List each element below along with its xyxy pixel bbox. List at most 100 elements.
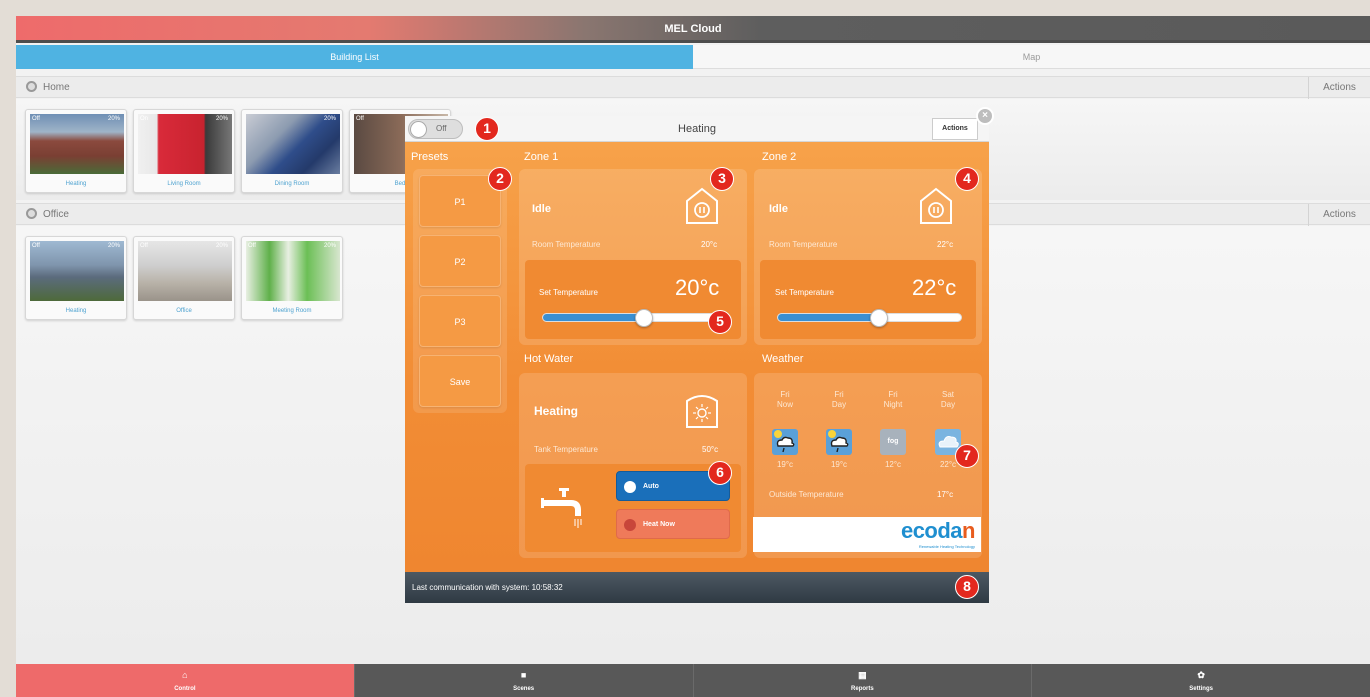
- nav-label: Settings: [1189, 686, 1213, 692]
- heat-now-indicator: [624, 519, 636, 531]
- nav-control[interactable]: ⌂ Control: [16, 664, 354, 697]
- zone2-room-temp-label: Room Temperature: [769, 240, 838, 249]
- hot-water-status: Heating: [534, 404, 579, 418]
- collapse-icon[interactable]: [26, 81, 37, 92]
- zone2-card: Idle Room Temperature 22°c Set Temperatu…: [754, 169, 982, 345]
- auto-indicator: [624, 481, 636, 493]
- nav-label: Scenes: [513, 686, 535, 692]
- unit-status: Off: [32, 116, 40, 122]
- sun-heating-icon: [686, 395, 718, 428]
- gear-icon: ✿: [1197, 670, 1205, 680]
- marker-6: 6: [708, 461, 732, 485]
- nav-reports[interactable]: ▦ Reports: [692, 664, 1032, 697]
- marker-7: 7: [955, 444, 979, 468]
- unit-level: 20%: [323, 243, 336, 249]
- building-label-office: Office: [26, 204, 69, 226]
- nav-label: Reports: [851, 686, 874, 692]
- rain-cloud-icon: [772, 429, 798, 455]
- heat-now-label: Heat Now: [643, 521, 675, 528]
- weather-temp: 19°c: [776, 460, 794, 469]
- unit-image: [138, 241, 232, 301]
- top-tabs: Building List Map: [16, 45, 1370, 69]
- preset-p3-button[interactable]: P3: [419, 295, 501, 347]
- unit-level: 20%: [215, 116, 228, 122]
- unit-image: [138, 114, 232, 174]
- unit-level: 20%: [107, 243, 120, 249]
- title-bar: MEL Cloud: [16, 16, 1370, 43]
- nav-settings[interactable]: ✿ Settings: [1031, 664, 1370, 697]
- weather-title: Weather: [762, 353, 804, 365]
- zone1-room-temp: 20°c: [701, 240, 718, 249]
- unit-card[interactable]: On 20% Living Room: [133, 109, 235, 193]
- nav-scenes[interactable]: ■ Scenes: [353, 664, 693, 697]
- weather-col-label: Sat Day: [940, 390, 956, 409]
- unit-image: [30, 241, 124, 301]
- zone2-slider-knob[interactable]: [869, 309, 888, 327]
- unit-card[interactable]: Off 20% Heating: [25, 236, 127, 320]
- preset-save-button[interactable]: Save: [419, 355, 501, 407]
- unit-status: Off: [248, 243, 256, 249]
- building-header-home[interactable]: Home Actions: [16, 76, 1370, 99]
- unit-status: Off: [356, 116, 364, 122]
- auto-label: Auto: [643, 483, 659, 490]
- zone1-set-temp: 20°c: [675, 275, 720, 300]
- hot-water-title: Hot Water: [524, 353, 574, 365]
- actions-button[interactable]: Actions: [1308, 204, 1370, 226]
- unit-card[interactable]: Off 20% Office: [133, 236, 235, 320]
- dialog-actions-button[interactable]: Actions: [932, 118, 978, 140]
- zone2-room-temp: 22°c: [937, 240, 954, 249]
- unit-status: On: [140, 116, 149, 122]
- outside-temp-label: Outside Temperature: [769, 490, 844, 499]
- unit-card[interactable]: Off 20% Heating: [25, 109, 127, 193]
- power-toggle[interactable]: Off: [408, 119, 463, 139]
- marker-2: 2: [488, 167, 512, 191]
- preset-p2-button[interactable]: P2: [419, 235, 501, 287]
- unit-level: 20%: [215, 243, 228, 249]
- rain-cloud-icon: [826, 429, 852, 455]
- bottom-nav: ⌂ Control ■ Scenes ▦ Reports ✿ Settings: [16, 664, 1370, 697]
- zone2-set-temp-label: Set Temperature: [775, 288, 834, 297]
- last-communication: Last communication with system: 10:58:32: [412, 583, 563, 592]
- unit-card[interactable]: Off 20% Meeting Room: [241, 236, 343, 320]
- house-pause-icon: [686, 187, 718, 224]
- close-icon[interactable]: ×: [976, 107, 994, 125]
- marker-1: 1: [475, 117, 499, 141]
- unit-image: [246, 114, 340, 174]
- unit-level: 20%: [107, 116, 120, 122]
- tab-building-list[interactable]: Building List: [16, 45, 693, 69]
- zone1-temp-slider[interactable]: [542, 309, 727, 327]
- unit-level: 20%: [323, 116, 336, 122]
- marker-5: 5: [708, 310, 732, 334]
- tab-map[interactable]: Map: [693, 45, 1370, 69]
- toggle-knob: [410, 121, 427, 138]
- zone1-slider-fill: [543, 314, 644, 321]
- collapse-icon[interactable]: [26, 208, 37, 219]
- grid-icon: ▦: [858, 670, 867, 680]
- zone2-temp-slider[interactable]: [777, 309, 962, 327]
- nav-label: Control: [174, 686, 196, 692]
- actions-button[interactable]: Actions: [1308, 77, 1370, 99]
- zone2-slider-fill: [778, 314, 879, 321]
- heat-now-button[interactable]: Heat Now: [616, 509, 730, 539]
- unit-name: Heating: [65, 181, 87, 187]
- ecodan-tagline: Renewable Heating Technology: [918, 544, 975, 549]
- ecodan-logo: ecodan: [900, 518, 976, 543]
- weather-temp: 19°c: [830, 460, 848, 469]
- tank-temp-label: Tank Temperature: [534, 445, 598, 454]
- title-strip: [16, 40, 1370, 43]
- marker-4: 4: [955, 167, 979, 191]
- tank-temp: 50°c: [702, 445, 719, 454]
- tap-icon: [541, 488, 582, 528]
- ecodan-logo-box: ecodan Renewable Heating Technology: [753, 517, 981, 552]
- weather-col-label: Fri Day: [831, 390, 847, 409]
- weather-col-label: Fri Now: [776, 390, 793, 409]
- unit-name: Heating: [65, 308, 87, 314]
- house-pause-icon: [920, 187, 952, 224]
- zone2-status: Idle: [769, 203, 788, 215]
- outside-temp: 17°c: [937, 490, 954, 499]
- unit-name: Living Room: [167, 181, 201, 187]
- unit-card[interactable]: 20% Dining Room: [241, 109, 343, 193]
- zone1-slider-knob[interactable]: [634, 309, 653, 327]
- unit-name: Office: [176, 308, 192, 314]
- toggle-label: Off: [436, 124, 447, 133]
